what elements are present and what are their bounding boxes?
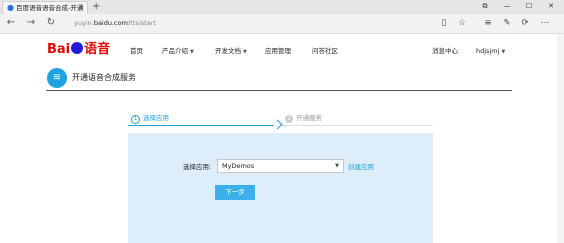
url-path: /tts/start bbox=[127, 19, 156, 27]
app-select[interactable]: MyDemos ▼ bbox=[217, 159, 344, 173]
url-field[interactable]: yuyin.baidu.com/tts/start bbox=[74, 17, 156, 29]
chevron-down-icon: ▼ bbox=[501, 49, 506, 55]
form-panel bbox=[128, 133, 433, 243]
step-select-app: 1 选择应用 bbox=[131, 114, 169, 124]
logo-yuyin: 语音 bbox=[84, 42, 111, 57]
chevron-down-icon: ▼ bbox=[190, 49, 194, 55]
step-enable-service: 2 开通服务 bbox=[285, 114, 322, 123]
wifi-wave-icon: ≋ bbox=[52, 72, 62, 83]
page-title: 开通语音合成服务 bbox=[72, 73, 136, 82]
back-button[interactable]: ← bbox=[4, 16, 18, 30]
user-menu[interactable]: hdjsjmj ▼ bbox=[476, 46, 505, 57]
share-icon[interactable]: ⟳ bbox=[518, 16, 532, 30]
select-app-label: 选择应用: bbox=[183, 163, 212, 171]
chevron-down-icon: ▼ bbox=[243, 49, 247, 55]
url-prefix: yuyin. bbox=[74, 19, 94, 27]
page-scrollbar[interactable] bbox=[557, 34, 564, 243]
baidu-yuyin-logo[interactable]: Bai 语音 bbox=[47, 41, 110, 59]
step-progress-active bbox=[128, 125, 278, 126]
step-number: 1 bbox=[131, 115, 140, 124]
maximize-button[interactable]: ☐ bbox=[518, 0, 540, 12]
nav-docs[interactable]: 开发文档 ▼ bbox=[215, 46, 247, 57]
browser-tab[interactable]: ● 百度语音语音合成-开通 ✕ bbox=[2, 1, 88, 14]
nav-docs-label: 开发文档 bbox=[215, 47, 241, 55]
url-domain: baidu.com bbox=[93, 19, 128, 27]
microphone-icon: ● bbox=[7, 3, 14, 12]
nav-app-management[interactable]: 应用管理 bbox=[265, 46, 291, 56]
minimize-button[interactable]: — bbox=[496, 0, 518, 12]
new-tab-button[interactable]: + bbox=[92, 1, 100, 12]
create-app-link[interactable]: 创建应用 bbox=[348, 162, 374, 172]
chevron-down-icon: ▼ bbox=[335, 163, 339, 169]
close-tab-icon[interactable]: ✕ bbox=[78, 3, 84, 13]
hub-icon[interactable]: ≡ bbox=[481, 16, 495, 30]
title-divider bbox=[46, 90, 512, 91]
step-label: 选择应用 bbox=[143, 114, 169, 122]
nav-community[interactable]: 问答社区 bbox=[312, 46, 338, 56]
tab-title: 百度语音语音合成-开通 bbox=[16, 4, 84, 12]
forward-button[interactable]: → bbox=[24, 16, 38, 30]
step-label: 开通服务 bbox=[296, 114, 322, 122]
nav-products-label: 产品介绍 bbox=[162, 47, 188, 55]
next-button[interactable]: 下一步 bbox=[215, 185, 255, 200]
logo-bai: Bai bbox=[47, 42, 71, 57]
nav-message-center[interactable]: 消息中心 bbox=[432, 46, 458, 56]
close-window-button[interactable]: ✕ bbox=[540, 0, 562, 12]
refresh-button[interactable]: ↻ bbox=[44, 16, 58, 30]
step-progress-inactive bbox=[278, 125, 433, 126]
speech-service-icon: ≋ bbox=[47, 68, 67, 88]
step-number: 2 bbox=[285, 115, 293, 123]
favorites-star-icon[interactable]: ☆ bbox=[455, 16, 469, 30]
step-arrow-icon bbox=[272, 119, 283, 130]
read-view-icon[interactable]: ▯ bbox=[437, 16, 451, 30]
app-select-value: MyDemos bbox=[222, 162, 255, 170]
nav-home[interactable]: 首页 bbox=[130, 46, 143, 56]
nav-products[interactable]: 产品介绍 ▼ bbox=[162, 46, 194, 57]
username: hdjsjmj bbox=[476, 47, 500, 55]
baidu-paw-icon bbox=[71, 42, 84, 54]
restore-icon[interactable]: ⧉ bbox=[474, 0, 496, 12]
notes-icon[interactable]: ✎ bbox=[500, 16, 514, 30]
more-icon[interactable]: ⋯ bbox=[538, 16, 552, 30]
